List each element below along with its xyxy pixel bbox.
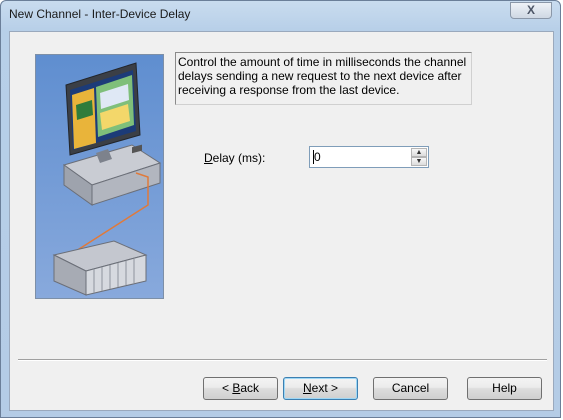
back-button[interactable]: < Back	[203, 377, 278, 400]
dialog-client-area: Control the amount of time in millisecon…	[9, 31, 554, 411]
illustration-graphic	[36, 55, 163, 298]
close-icon: X	[526, 3, 535, 17]
delay-label: Delay (ms):	[204, 151, 265, 165]
next-accel: N	[302, 381, 312, 395]
back-prefix: <	[221, 381, 233, 395]
next-rest: ext >	[311, 381, 339, 395]
delay-spin-input[interactable]: 0 ▲ ▼	[309, 146, 429, 168]
spin-up-icon[interactable]: ▲	[411, 148, 427, 157]
delay-label-accel: D	[204, 151, 213, 165]
description-box: Control the amount of time in millisecon…	[175, 52, 472, 105]
spin-down-icon[interactable]: ▼	[411, 157, 427, 166]
delay-value[interactable]: 0	[313, 150, 321, 164]
back-rest: ack	[240, 381, 260, 395]
separator-line	[18, 359, 547, 361]
help-button[interactable]: Help	[467, 377, 542, 400]
next-button[interactable]: Next >	[283, 377, 358, 400]
description-text: Control the amount of time in millisecon…	[178, 55, 467, 97]
cancel-button[interactable]: Cancel	[373, 377, 448, 400]
window-title: New Channel - Inter-Device Delay	[9, 7, 191, 21]
dialog-window: New Channel - Inter-Device Delay X Contr…	[0, 0, 561, 418]
close-button[interactable]: X	[510, 2, 552, 19]
delay-label-rest: elay (ms):	[212, 151, 266, 165]
title-bar[interactable]: New Channel - Inter-Device Delay X	[1, 1, 560, 29]
computer-network-illustration	[35, 54, 164, 299]
